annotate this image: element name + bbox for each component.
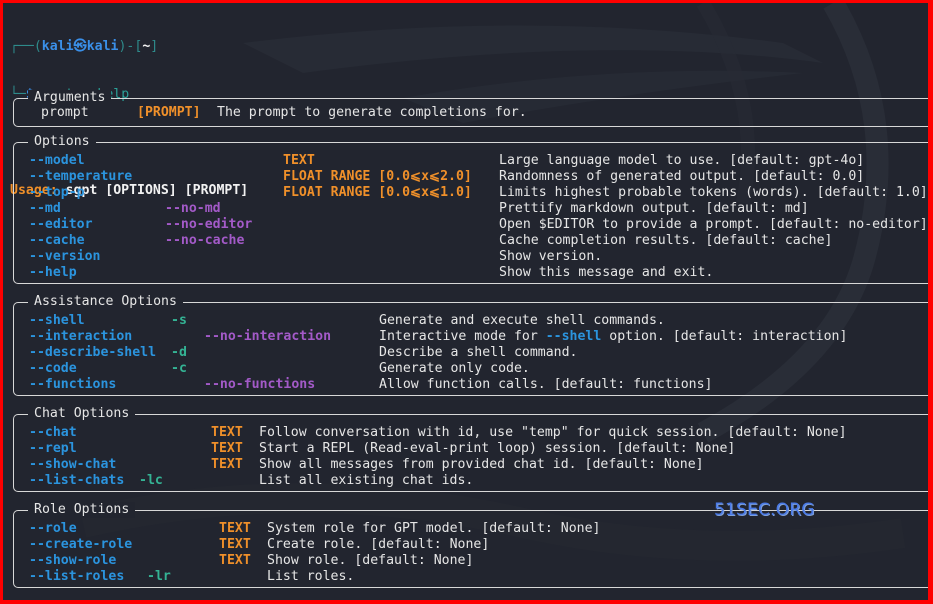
- option-flag[interactable]: --create-role: [29, 537, 132, 553]
- option-type: TEXT: [219, 521, 251, 536]
- option-flag[interactable]: --repl: [29, 441, 77, 457]
- option-flag[interactable]: --editor: [29, 217, 93, 233]
- option-desc: Prettify markdown output. [default: md]: [499, 201, 809, 216]
- option-flag[interactable]: --chat: [29, 425, 77, 441]
- option-desc: Show role. [default: None]: [267, 553, 474, 568]
- option-desc: Show all messages from provided chat id.…: [259, 457, 704, 472]
- option-type: TEXT: [211, 425, 243, 440]
- option-desc: List roles.: [267, 569, 355, 584]
- option-flag[interactable]: --role: [29, 521, 77, 537]
- argument-name: prompt: [41, 105, 89, 120]
- chat-panel-title: Chat Options: [28, 406, 136, 422]
- prompt-separator: )-[: [118, 39, 143, 54]
- assistance-panel-title: Assistance Options: [28, 294, 183, 310]
- option-desc: Randomness of generated output. [default…: [499, 169, 865, 184]
- option-desc: Large language model to use. [default: g…: [499, 153, 865, 168]
- arguments-panel-title: Arguments: [28, 90, 112, 106]
- role-panel-title: Role Options: [28, 502, 136, 518]
- prompt-at-icon: ㉿: [73, 39, 87, 54]
- option-desc: Cache completion results. [default: cach…: [499, 233, 833, 248]
- option-desc: Generate only code.: [379, 361, 530, 376]
- option-desc: Open $EDITOR to provide a prompt. [defau…: [499, 217, 928, 232]
- option-desc: Create role. [default: None]: [267, 537, 490, 552]
- argument-type: [PROMPT]: [137, 105, 201, 120]
- option-flag[interactable]: --show-role: [29, 553, 116, 569]
- option-type: TEXT: [211, 457, 243, 472]
- option-flag[interactable]: --interaction: [29, 329, 132, 345]
- option-type: TEXT: [219, 553, 251, 568]
- option-short-flag[interactable]: -lc: [139, 473, 163, 489]
- option-type: TEXT: [219, 537, 251, 552]
- option-desc: Show this message and exit.: [499, 265, 714, 280]
- option-desc-text: option. [default: interaction]: [601, 329, 848, 344]
- argument-row: prompt [PROMPT] The prompt to generate c…: [14, 105, 527, 121]
- terminal-window[interactable]: ┌──(kali㉿kali)-[~] └─$ sgpt --help Usage…: [3, 3, 928, 600]
- option-flag[interactable]: --help: [29, 265, 77, 281]
- arguments-panel: Arguments prompt [PROMPT] The prompt to …: [13, 90, 928, 127]
- site-watermark: 51SEC.ORG: [714, 500, 815, 520]
- option-negation-flag[interactable]: --no-md: [165, 201, 221, 217]
- option-short-flag[interactable]: -lr: [147, 569, 171, 585]
- option-negation-flag[interactable]: --no-functions: [204, 377, 315, 393]
- option-flag[interactable]: --show-chat: [29, 457, 116, 473]
- option-desc: System role for GPT model. [default: Non…: [267, 521, 601, 536]
- option-type: TEXT: [211, 441, 243, 456]
- option-flag[interactable]: --list-chats: [29, 473, 124, 489]
- option-flag[interactable]: --temperature: [29, 169, 132, 185]
- option-desc: Show version.: [499, 249, 603, 264]
- option-flag[interactable]: --version: [29, 249, 100, 265]
- argument-desc: The prompt to generate completions for.: [217, 105, 527, 120]
- option-flag[interactable]: --shell: [29, 313, 85, 329]
- prompt-bracket: ]: [150, 39, 159, 54]
- prompt-corner-top: ┌──(: [10, 39, 42, 54]
- options-panel: Options --model TEXT Large language model …: [13, 134, 928, 284]
- option-type: FLOAT RANGE [0.0⩽x⩽1.0]: [283, 185, 472, 200]
- option-desc: List all existing chat ids.: [259, 473, 474, 488]
- option-desc-flag-ref: --shell: [545, 329, 602, 344]
- options-panel-title: Options: [28, 134, 96, 150]
- option-negation-flag[interactable]: --no-cache: [165, 233, 244, 249]
- option-flag[interactable]: --describe-shell: [29, 345, 156, 361]
- prompt-host: kali: [86, 39, 119, 54]
- option-desc: Interactive mode for --shell option. [de…: [379, 329, 847, 345]
- option-flag[interactable]: --top-p: [29, 185, 85, 201]
- option-type: FLOAT RANGE [0.0⩽x⩽2.0]: [283, 169, 472, 184]
- prompt-user: kali: [41, 39, 74, 54]
- option-short-flag[interactable]: -c: [171, 361, 187, 377]
- chat-options-panel: Chat Options --chat TEXT Follow conversati…: [13, 406, 928, 492]
- option-desc: Allow function calls. [default: function…: [379, 377, 713, 392]
- option-flag[interactable]: --cache: [29, 233, 85, 249]
- option-negation-flag[interactable]: --no-interaction: [204, 329, 331, 345]
- option-flag[interactable]: --model: [29, 153, 85, 169]
- option-flag[interactable]: --functions: [29, 377, 116, 393]
- role-options-panel: Role Options --role TEXT System role for G…: [13, 502, 928, 588]
- option-desc: Limits highest probable tokens (words). …: [499, 185, 928, 200]
- option-desc: Generate and execute shell commands.: [379, 313, 665, 328]
- option-short-flag[interactable]: -s: [171, 313, 187, 329]
- assistance-options-panel: Assistance Options --shell -s Generate and…: [13, 294, 928, 396]
- option-desc: Follow conversation with id, use "temp" …: [259, 425, 847, 440]
- option-flag[interactable]: --list-roles: [29, 569, 124, 585]
- option-type: TEXT: [283, 153, 315, 168]
- option-flag[interactable]: --code: [29, 361, 77, 377]
- option-desc: Start a REPL (Read-eval-print loop) sess…: [259, 441, 736, 456]
- prompt-line-1: ┌──(kali㉿kali)-[~]: [10, 39, 248, 55]
- option-flag[interactable]: --md: [29, 201, 61, 217]
- option-desc-text: Interactive mode for: [379, 329, 546, 344]
- option-negation-flag[interactable]: --no-editor: [165, 217, 252, 233]
- option-short-flag[interactable]: -d: [171, 345, 187, 361]
- option-desc: Describe a shell command.: [379, 345, 578, 360]
